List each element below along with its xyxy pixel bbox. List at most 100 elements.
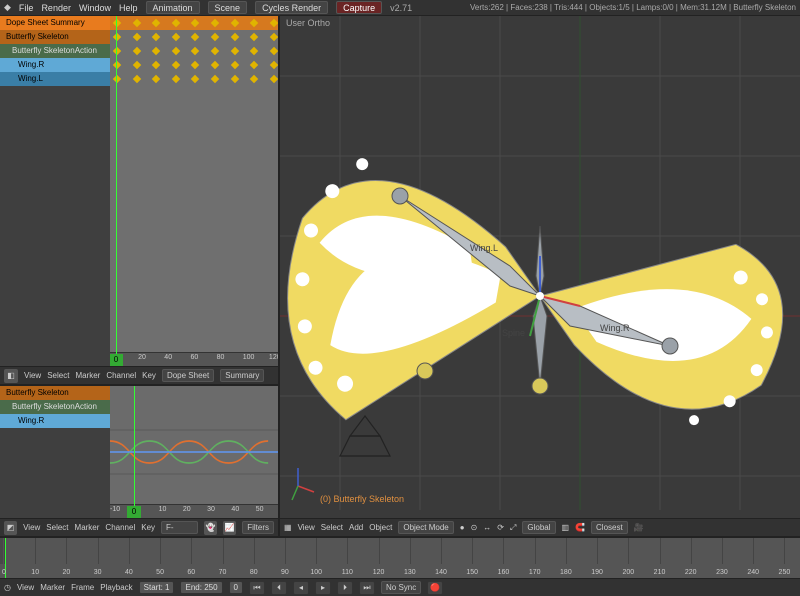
keyframe[interactable] (113, 75, 121, 83)
editor-type-icon[interactable]: ◷ (4, 583, 11, 592)
keyframe[interactable] (211, 19, 219, 27)
keyframe[interactable] (270, 19, 278, 27)
layout-dropdown[interactable]: Animation (146, 1, 200, 14)
ge-row-action[interactable]: Butterfly SkeletonAction (0, 400, 110, 414)
ds-row-action[interactable]: Butterfly SkeletonAction (0, 44, 110, 58)
keyframe[interactable] (132, 75, 140, 83)
manipulator-rotate-icon[interactable]: ⟳ (497, 523, 504, 532)
ge-menu-select[interactable]: Select (46, 523, 68, 532)
play-reverse-button[interactable]: ◂ (293, 581, 309, 595)
keyframe[interactable] (211, 61, 219, 69)
snap-magnet-icon[interactable]: 🧲 (575, 523, 585, 532)
keyframe[interactable] (172, 75, 180, 83)
ds-time-cursor[interactable] (116, 16, 117, 366)
shading-solid-icon[interactable]: ● (460, 523, 465, 532)
dope-sheet-channels[interactable]: Dope Sheet Summary Butterfly Skeleton Bu… (0, 16, 110, 366)
manipulator-scale-icon[interactable]: ⤢ (510, 523, 516, 533)
keyframe[interactable] (152, 33, 160, 41)
keyframe[interactable] (211, 47, 219, 55)
keyframe[interactable] (230, 47, 238, 55)
tl-menu-frame[interactable]: Frame (71, 583, 94, 592)
sync-dropdown[interactable]: No Sync (381, 581, 421, 594)
keyframe[interactable] (230, 61, 238, 69)
ds-lane[interactable] (110, 16, 278, 30)
editor-type-icon[interactable]: ▦ (284, 523, 292, 532)
keyframe[interactable] (230, 75, 238, 83)
vp-menu-select[interactable]: Select (321, 523, 343, 532)
ds-summary-row[interactable]: Dope Sheet Summary (0, 16, 110, 30)
vp-menu-view[interactable]: View (298, 523, 315, 532)
ds-menu-select[interactable]: Select (47, 371, 69, 380)
keyframe[interactable] (270, 75, 278, 83)
keyframe[interactable] (172, 61, 180, 69)
keyframe[interactable] (270, 33, 278, 41)
keyframe[interactable] (250, 33, 258, 41)
orientation-dropdown[interactable]: Global (522, 521, 555, 534)
ds-filter-button[interactable]: Summary (220, 369, 264, 382)
keyframe[interactable] (270, 61, 278, 69)
keyframe[interactable] (230, 33, 238, 41)
engine-dropdown[interactable]: Cycles Render (255, 1, 328, 14)
layers-icon[interactable]: ▥ (562, 523, 570, 532)
capture-button[interactable]: Capture (336, 1, 382, 14)
keyframe[interactable] (211, 33, 219, 41)
keyframe[interactable] (132, 19, 140, 27)
ds-mode-dropdown[interactable]: Dope Sheet (162, 369, 214, 382)
keyframe[interactable] (250, 75, 258, 83)
jump-start-button[interactable]: ⏮ (249, 581, 265, 595)
tl-menu-marker[interactable]: Marker (40, 583, 65, 592)
keyframe[interactable] (191, 33, 199, 41)
mode-dropdown[interactable]: Object Mode (398, 521, 453, 534)
keyframe[interactable] (250, 61, 258, 69)
ds-row-wingr[interactable]: Wing.R (0, 58, 110, 72)
keyframe[interactable] (113, 19, 121, 27)
ds-row-object[interactable]: Butterfly Skeleton (0, 30, 110, 44)
scene-dropdown[interactable]: Scene (208, 1, 248, 14)
manipulator-translate-icon[interactable]: ↔ (483, 523, 491, 532)
ds-menu-channel[interactable]: Channel (106, 371, 136, 380)
keyframe[interactable] (172, 47, 180, 55)
timeline-track[interactable]: 0102030405060708090100110120130140150160… (0, 538, 800, 578)
keyframe[interactable] (211, 75, 219, 83)
3d-viewport[interactable]: User Ortho (280, 16, 800, 518)
keyframe[interactable] (152, 19, 160, 27)
ds-lane[interactable] (110, 30, 278, 44)
ghost-curves-icon[interactable]: 👻 (204, 521, 217, 535)
ge-menu-key[interactable]: Key (141, 523, 155, 532)
dope-sheet-graph[interactable]: 020406080100120 0 (110, 16, 278, 366)
keyframe-prev-button[interactable]: ⏴ (271, 581, 287, 595)
ds-row-wingl[interactable]: Wing.L (0, 72, 110, 86)
keyframe[interactable] (132, 47, 140, 55)
ds-menu-marker[interactable]: Marker (75, 371, 100, 380)
keyframe[interactable] (172, 33, 180, 41)
ge-filters-button[interactable]: Filters (242, 521, 274, 534)
tl-menu-view[interactable]: View (17, 583, 34, 592)
keyframe[interactable] (172, 19, 180, 27)
play-button[interactable]: ▸ (315, 581, 331, 595)
menu-file[interactable]: File (19, 3, 34, 13)
end-frame-field[interactable]: End: 250 (180, 581, 222, 594)
render-preview-icon[interactable]: 🎥 (634, 523, 644, 532)
keyframe[interactable] (191, 61, 199, 69)
ds-lane[interactable] (110, 44, 278, 58)
keyframe[interactable] (250, 19, 258, 27)
ge-row-object[interactable]: Butterfly Skeleton (0, 386, 110, 400)
editor-type-icon[interactable]: ◩ (4, 521, 17, 535)
jump-end-button[interactable]: ⏭ (359, 581, 375, 595)
keyframe[interactable] (152, 47, 160, 55)
editor-type-icon[interactable]: ◧ (4, 369, 18, 383)
keyframe[interactable] (113, 47, 121, 55)
graph-channels[interactable]: Butterfly Skeleton Butterfly SkeletonAct… (0, 386, 110, 518)
keyframe[interactable] (191, 47, 199, 55)
keyframe[interactable] (191, 75, 199, 83)
keyframe[interactable] (230, 19, 238, 27)
snap-target-dropdown[interactable]: Closest (591, 521, 628, 534)
ge-time-cursor[interactable] (134, 386, 135, 518)
ge-menu-channel[interactable]: Channel (105, 523, 135, 532)
tl-menu-playback[interactable]: Playback (100, 583, 132, 592)
ge-mode-dropdown[interactable]: F-Curve (161, 521, 198, 534)
autokey-button[interactable]: 🔴 (427, 581, 443, 595)
current-frame-field[interactable]: 0 (229, 581, 243, 594)
keyframe[interactable] (191, 19, 199, 27)
keyframe[interactable] (152, 75, 160, 83)
